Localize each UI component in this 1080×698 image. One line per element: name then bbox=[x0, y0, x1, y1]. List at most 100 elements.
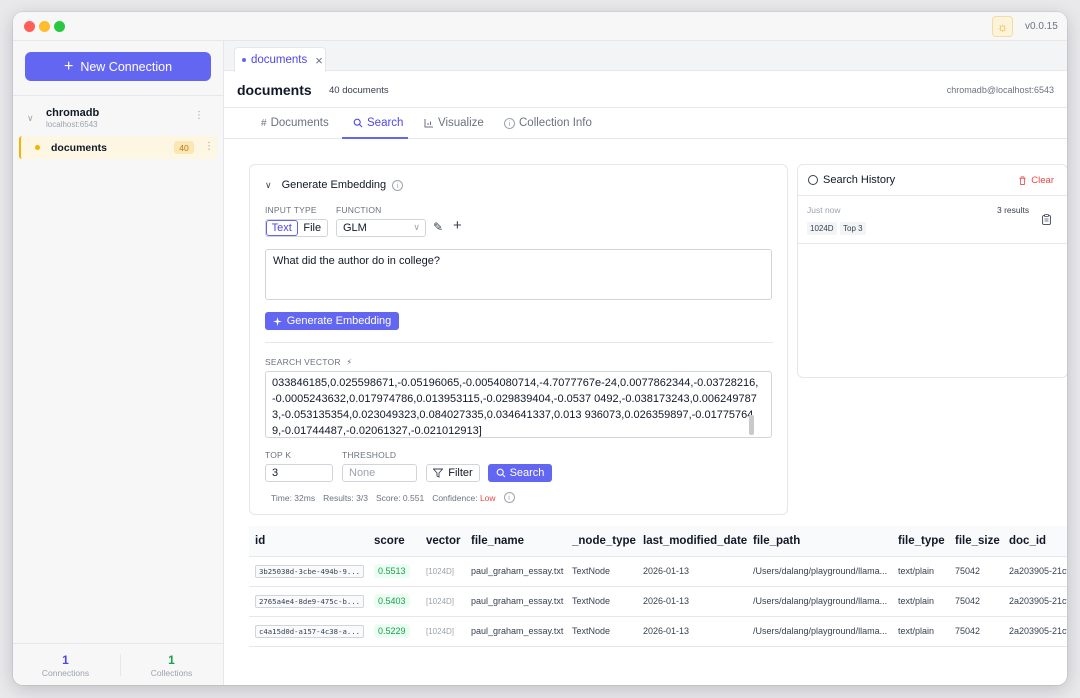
tab-collection-info[interactable]: i Collection Info bbox=[504, 117, 592, 129]
vector-scrollbar[interactable] bbox=[749, 415, 754, 435]
filter-button[interactable]: Filter bbox=[426, 464, 480, 482]
vector-dim-tag[interactable]: [1024D] bbox=[426, 567, 454, 576]
column-header[interactable]: file_size bbox=[949, 526, 1003, 557]
document-count: 40 documents bbox=[329, 85, 389, 96]
generate-embedding-title: Generate Embedding bbox=[281, 179, 387, 191]
search-button[interactable]: Search bbox=[488, 464, 552, 482]
collection-dot-icon bbox=[35, 145, 40, 150]
close-icon[interactable]: × bbox=[315, 54, 323, 67]
file-size-cell: 75042 bbox=[949, 616, 1003, 647]
tab-visualize[interactable]: Visualize bbox=[424, 117, 484, 129]
column-header[interactable]: file_path bbox=[747, 526, 892, 557]
node-type-cell: TextNode bbox=[566, 556, 637, 587]
id-chip[interactable]: 3b25038d-3cbe-494b-9... bbox=[255, 565, 365, 578]
node-type-cell: TextNode bbox=[566, 586, 637, 617]
connection-item[interactable]: ∨ chromadb localhost:6543 ⋮ bbox=[13, 101, 224, 133]
info-icon[interactable]: i bbox=[503, 492, 515, 503]
doc-id-cell: 2a203905-21cf bbox=[1003, 586, 1067, 617]
search-results-count: Results: 3/3 bbox=[323, 492, 368, 503]
column-header[interactable]: last_modified_date bbox=[637, 526, 747, 557]
tab-documents[interactable]: documents × bbox=[234, 47, 326, 72]
collection-item-documents[interactable]: documents 40 ⋮ bbox=[19, 136, 217, 159]
id-cell: 2765a4e4-8de9-475c-b... bbox=[249, 586, 368, 617]
id-chip[interactable]: c4a15d0d-a157-4c38-a... bbox=[255, 625, 365, 638]
column-header[interactable]: file_type bbox=[892, 526, 949, 557]
file-type-cell: text/plain bbox=[892, 586, 949, 617]
connection-host: localhost:6543 bbox=[46, 120, 98, 129]
input-type-file-option[interactable]: File bbox=[298, 220, 328, 236]
edit-pencil-icon[interactable]: ✎ bbox=[433, 220, 443, 234]
chevron-down-icon[interactable]: ∨ bbox=[27, 113, 34, 124]
query-text-input[interactable]: What did the author do in college? bbox=[265, 249, 772, 300]
clear-history-button[interactable]: Clear bbox=[1018, 175, 1054, 186]
tab-documents-view[interactable]: # Documents bbox=[261, 117, 329, 129]
top-k-label: TOP K bbox=[265, 450, 292, 460]
collection-count-badge: 40 bbox=[174, 141, 194, 154]
more-options-icon[interactable]: ⋮ bbox=[204, 141, 214, 152]
collections-count: 1 bbox=[168, 653, 175, 667]
threshold-input[interactable]: None bbox=[342, 464, 417, 482]
file-name-cell: paul_graham_essay.txt bbox=[465, 556, 566, 587]
results-table-container[interactable]: id score vector file_name _node_type las… bbox=[249, 526, 1067, 652]
score-cell: 0.5513 bbox=[368, 556, 420, 587]
input-type-text-option[interactable]: Text bbox=[266, 220, 298, 236]
confidence-label: Confidence: bbox=[432, 492, 478, 503]
file-path-cell: /Users/dalang/playground/llama... bbox=[747, 586, 892, 617]
column-header[interactable]: id bbox=[249, 526, 368, 557]
column-header[interactable]: score bbox=[368, 526, 420, 557]
history-time: Just now bbox=[807, 205, 841, 215]
theme-toggle-button[interactable]: ☼ bbox=[992, 16, 1013, 37]
generate-embedding-header[interactable]: ∨ Generate Embedding i bbox=[265, 179, 404, 191]
generate-embedding-label: Generate Embedding bbox=[286, 315, 392, 327]
active-tab-indicator bbox=[342, 137, 408, 139]
table-row[interactable]: 3b25038d-3cbe-494b-9... 0.5513 [1024D] p… bbox=[249, 556, 1067, 587]
top-k-input[interactable]: 3 bbox=[265, 464, 333, 482]
search-history-title-text: Search History bbox=[823, 174, 896, 186]
search-label: Search bbox=[509, 467, 545, 479]
column-header[interactable]: vector bbox=[420, 526, 465, 557]
score-badge: 0.5229 bbox=[374, 624, 410, 638]
vector-cell: [1024D] bbox=[420, 556, 465, 587]
filter-icon bbox=[433, 468, 444, 478]
column-header[interactable]: _node_type bbox=[566, 526, 637, 557]
info-icon[interactable]: i bbox=[392, 179, 404, 191]
close-window-button[interactable] bbox=[24, 21, 35, 32]
vector-dim-tag[interactable]: [1024D] bbox=[426, 627, 454, 636]
tab-label: Collection Info bbox=[519, 117, 592, 129]
generate-embedding-button[interactable]: Generate Embedding bbox=[265, 312, 399, 330]
add-function-icon[interactable]: + bbox=[453, 217, 462, 234]
table-row[interactable]: c4a15d0d-a157-4c38-a... 0.5229 [1024D] p… bbox=[249, 616, 1067, 647]
search-history-entry[interactable]: Just now 3 results 1024D Top 3 bbox=[798, 196, 1067, 244]
new-connection-button[interactable]: + New Connection bbox=[25, 52, 211, 81]
tab-search[interactable]: Search bbox=[353, 117, 403, 129]
main-area: documents × documents 40 documents chrom… bbox=[224, 41, 1067, 685]
collections-stat: 1 Collections bbox=[119, 653, 224, 679]
panel-divider bbox=[265, 342, 773, 343]
table-row[interactable]: 2765a4e4-8de9-475c-b... 0.5403 [1024D] p… bbox=[249, 586, 1067, 617]
minimize-window-button[interactable] bbox=[39, 21, 50, 32]
id-chip[interactable]: 2765a4e4-8de9-475c-b... bbox=[255, 595, 365, 608]
connections-label: Connections bbox=[41, 668, 90, 678]
vector-dim-tag[interactable]: [1024D] bbox=[426, 597, 454, 606]
filter-label: Filter bbox=[448, 467, 473, 479]
maximize-window-button[interactable] bbox=[54, 21, 65, 32]
function-select[interactable]: GLM ∨ bbox=[336, 219, 426, 237]
search-vector-input[interactable]: 033846185,0.025598671,-0.05196065,-0.005… bbox=[265, 371, 772, 438]
search-score: Score: 0.551 bbox=[375, 492, 425, 503]
more-options-icon[interactable]: ⋮ bbox=[194, 110, 204, 121]
file-name-cell: paul_graham_essay.txt bbox=[465, 586, 566, 617]
chevron-down-icon[interactable]: ∨ bbox=[265, 180, 272, 191]
file-size-cell: 75042 bbox=[949, 586, 1003, 617]
server-address: chromadb@localhost:6543 bbox=[946, 85, 1054, 95]
column-header[interactable]: file_name bbox=[465, 526, 566, 557]
clipboard-icon[interactable] bbox=[1042, 214, 1051, 228]
active-dot-icon bbox=[242, 58, 246, 62]
column-header[interactable]: doc_id bbox=[1003, 526, 1067, 557]
search-vector-label: SEARCH VECTOR ⚡︎ bbox=[265, 357, 352, 368]
clear-label: Clear bbox=[1031, 175, 1054, 186]
clock-icon bbox=[808, 175, 818, 185]
file-name-cell: paul_graham_essay.txt bbox=[465, 616, 566, 647]
history-dim-chip: 1024D bbox=[807, 222, 837, 235]
trash-icon bbox=[1019, 176, 1026, 185]
connections-count: 1 bbox=[62, 653, 69, 667]
